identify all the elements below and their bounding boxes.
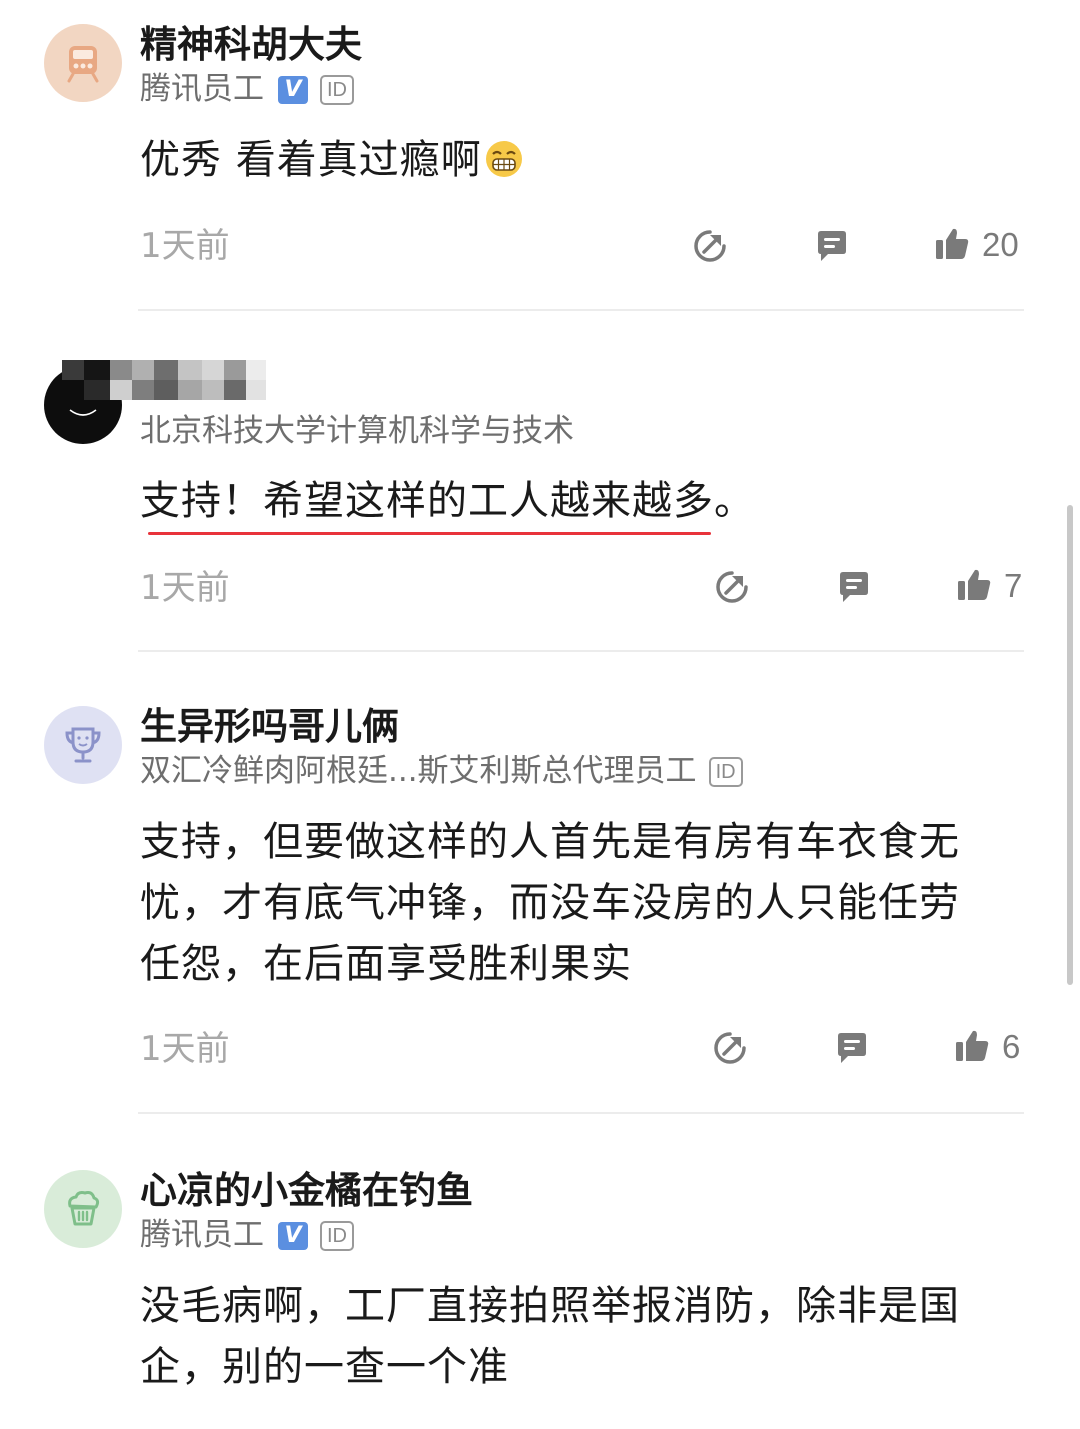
avatar[interactable] bbox=[44, 706, 122, 784]
like-count: 7 bbox=[1004, 566, 1023, 604]
share-button[interactable] bbox=[692, 228, 728, 264]
like-button[interactable]: 6 bbox=[954, 1028, 1020, 1064]
affiliation-label: 腾讯员工 bbox=[140, 1217, 264, 1253]
comment-icon bbox=[818, 231, 846, 261]
share-button[interactable] bbox=[712, 1030, 748, 1066]
user-affiliation: 双汇冷鲜肉阿根廷...斯艾利斯总代理员工 ID bbox=[140, 756, 743, 787]
verified-badge-icon: V bbox=[278, 75, 308, 104]
avatar[interactable] bbox=[44, 24, 122, 102]
scrollbar[interactable] bbox=[1067, 505, 1073, 985]
thumbs-up-icon bbox=[956, 1030, 989, 1061]
share-icon bbox=[714, 1032, 746, 1064]
highlight-underline bbox=[148, 532, 711, 535]
verified-badge-icon: V bbox=[278, 1221, 308, 1250]
like-button[interactable]: 20 bbox=[934, 226, 1019, 262]
comment-time: 1天前 bbox=[140, 1029, 230, 1069]
grin-emoji-icon bbox=[485, 141, 522, 177]
comment-icon bbox=[840, 572, 868, 602]
user-affiliation: 北京科技大学计算机科学与技术 bbox=[140, 416, 574, 447]
like-button[interactable]: 7 bbox=[956, 567, 1022, 603]
thumbs-up-icon bbox=[958, 569, 991, 600]
divider bbox=[138, 1112, 1024, 1114]
user-affiliation: 腾讯员工 V ID bbox=[140, 1220, 354, 1251]
comment-text: 没毛病啊，工厂直接拍照举报消防，除非是国企，别的一查一个准 bbox=[140, 1283, 960, 1390]
comment-text: 支持，但要做这样的人首先是有房有车衣食无忧，才有底气冲锋，而没车没房的人只能任劳… bbox=[140, 819, 960, 987]
username[interactable]: 心凉的小金橘在钓鱼 bbox=[140, 1172, 473, 1209]
affiliation-label: 腾讯员工 bbox=[140, 71, 264, 107]
divider bbox=[138, 650, 1024, 652]
id-badge: ID bbox=[320, 1220, 354, 1251]
share-icon bbox=[694, 230, 726, 262]
comment-text-content: 优秀 看着真过瘾啊 bbox=[140, 137, 482, 183]
comment-text: 优秀 看着真过瘾啊 bbox=[140, 130, 1000, 191]
reply-button[interactable] bbox=[834, 1030, 870, 1066]
reply-button[interactable] bbox=[814, 228, 850, 264]
comment-icon bbox=[838, 1033, 866, 1063]
thumbs-up-icon bbox=[936, 228, 969, 259]
id-badge: ID bbox=[320, 74, 354, 105]
trophy-icon bbox=[65, 727, 101, 763]
affiliation-label: 北京科技大学计算机科学与技术 bbox=[140, 413, 574, 449]
comment-time: 1天前 bbox=[140, 568, 230, 608]
cake-icon bbox=[68, 1191, 100, 1226]
divider bbox=[138, 309, 1024, 311]
username[interactable]: 生异形吗哥儿俩 bbox=[140, 708, 399, 745]
like-count: 6 bbox=[1002, 1027, 1021, 1065]
like-count: 20 bbox=[982, 225, 1019, 263]
user-affiliation: 腾讯员工 V ID bbox=[140, 74, 354, 105]
share-button[interactable] bbox=[714, 569, 750, 605]
username[interactable]: 精神科胡大夫 bbox=[140, 26, 362, 63]
affiliation-label: 双汇冷鲜肉阿根廷...斯艾利斯总代理员工 bbox=[140, 753, 697, 789]
comment-time: 1天前 bbox=[140, 226, 230, 266]
share-icon bbox=[716, 571, 748, 603]
train-icon bbox=[67, 46, 99, 83]
comment-text: 支持！希望这样的工人越来越多。 bbox=[140, 478, 755, 524]
reply-button[interactable] bbox=[836, 569, 872, 605]
id-badge: ID bbox=[708, 756, 743, 787]
avatar[interactable] bbox=[44, 1170, 122, 1248]
username-blurred bbox=[62, 360, 266, 400]
